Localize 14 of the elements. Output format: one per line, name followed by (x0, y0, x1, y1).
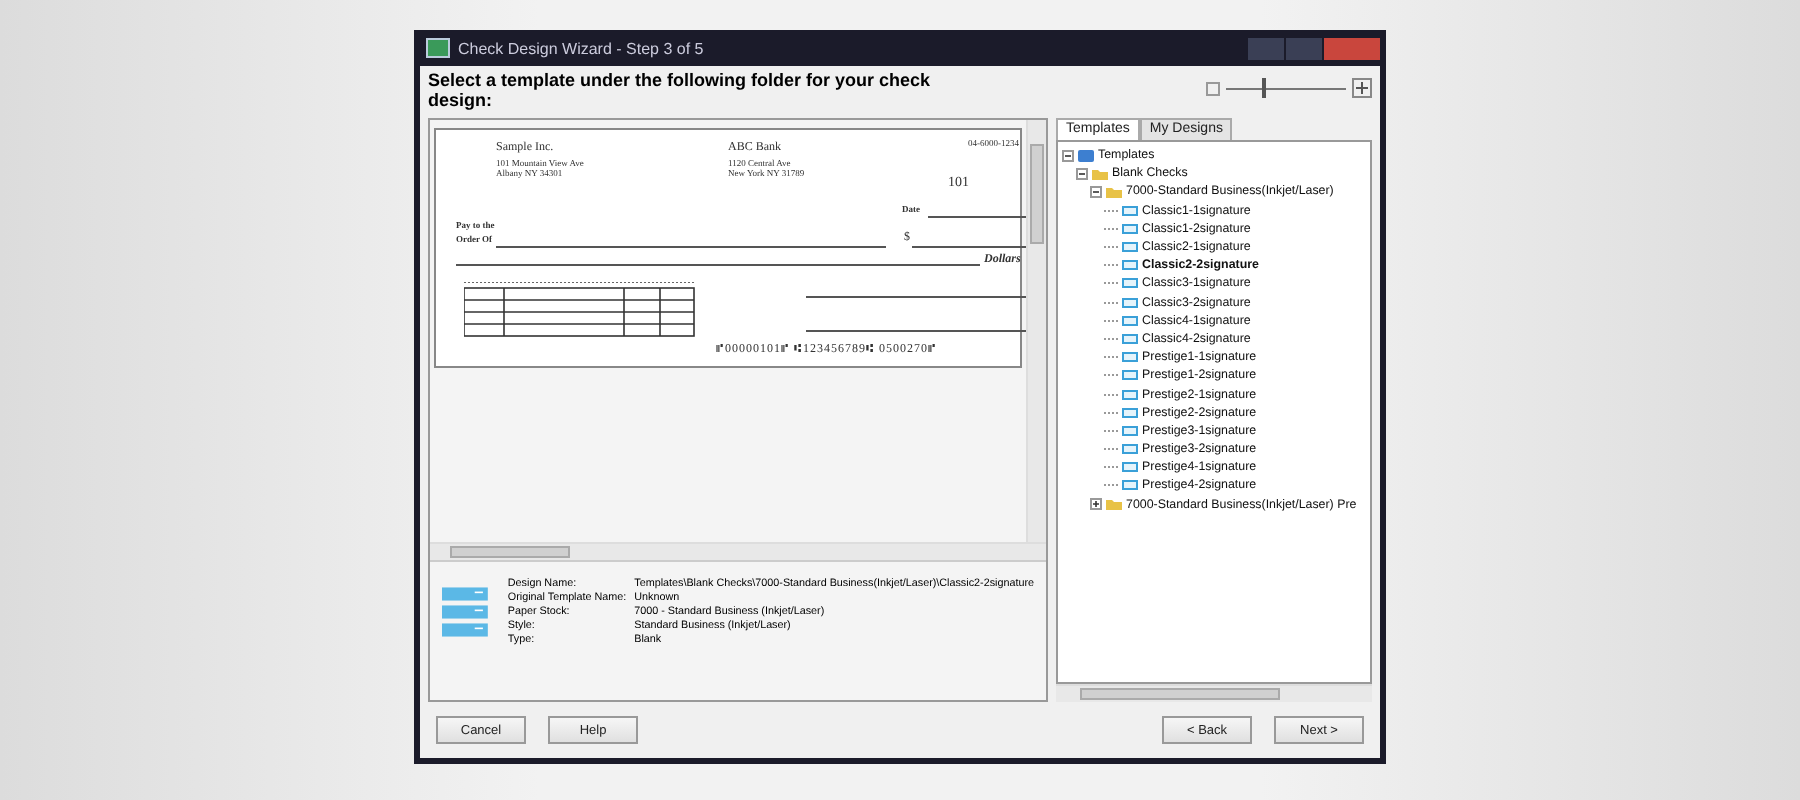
collapse-icon[interactable] (1090, 185, 1102, 198)
app-icon (426, 38, 450, 58)
zoom-out-icon[interactable] (1206, 81, 1220, 95)
vertical-scrollbar[interactable] (1026, 120, 1046, 542)
instruction-text: Select a template under the following folder for your check design: (428, 70, 933, 110)
folder-icon (1106, 498, 1122, 511)
window-title: Check Design Wizard - Step 3 of 5 (458, 39, 704, 57)
close-button[interactable] (1324, 37, 1380, 59)
horizontal-scrollbar[interactable] (430, 542, 1046, 560)
zoom-in-icon[interactable] (1352, 78, 1372, 98)
collapse-icon[interactable] (1076, 167, 1088, 180)
collapse-icon[interactable] (1062, 149, 1074, 162)
horizontal-scrollbar[interactable] (1056, 684, 1372, 702)
expand-icon[interactable] (1090, 498, 1102, 511)
